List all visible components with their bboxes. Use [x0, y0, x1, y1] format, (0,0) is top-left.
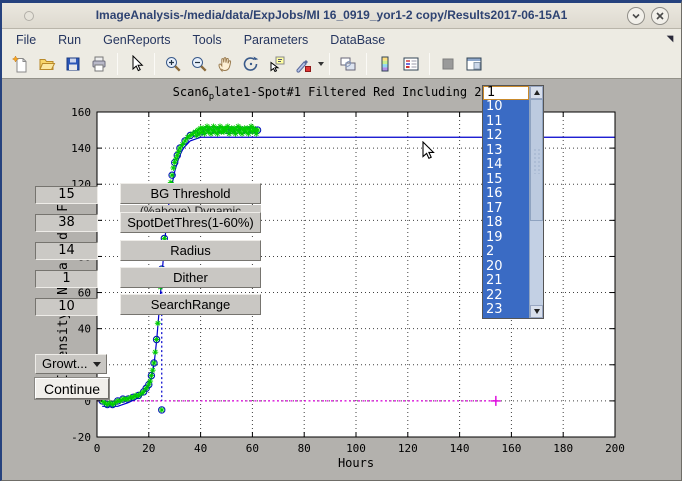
svg-text:120: 120: [398, 442, 418, 455]
spot-list-item[interactable]: 13: [483, 144, 529, 159]
growth-dropdown[interactable]: Growt...: [35, 354, 107, 374]
toolbar-separator: [117, 53, 118, 75]
spot-list-item[interactable]: 21: [483, 274, 529, 289]
svg-text:20: 20: [142, 442, 155, 455]
scroll-up-icon[interactable]: [530, 86, 543, 99]
search-range-button[interactable]: SearchRange: [120, 294, 261, 315]
spot-list-scrollbar[interactable]: [529, 86, 543, 318]
scroll-down-icon[interactable]: [530, 305, 543, 318]
svg-text:160: 160: [501, 442, 521, 455]
svg-text:160: 160: [71, 106, 91, 119]
spot-list-item[interactable]: 23: [483, 303, 529, 318]
spot-list-editor[interactable]: 1: [483, 86, 529, 100]
menu-database[interactable]: DataBase: [319, 31, 396, 49]
close-icon: [654, 10, 666, 22]
select-arrow-icon[interactable]: [124, 52, 148, 76]
svg-text:180: 180: [553, 442, 573, 455]
rotate-3d-icon[interactable]: [239, 52, 263, 76]
spot-list-item[interactable]: 2: [483, 245, 529, 260]
toolbar-separator: [329, 53, 330, 75]
spot-det-thres-field[interactable]: 38: [35, 214, 98, 232]
menubar: File Run GenReports Tools Parameters Dat…: [2, 29, 681, 50]
spot-list-item[interactable]: 15: [483, 173, 529, 188]
chevron-down-icon: [630, 10, 642, 22]
zoom-out-icon[interactable]: [187, 52, 211, 76]
spot-list-items: 10111213141516171819220212223: [483, 100, 529, 318]
spot-list-item[interactable]: 22: [483, 289, 529, 304]
scrollbar-thumb[interactable]: [530, 99, 543, 221]
chevron-down-icon: [93, 362, 101, 367]
spot-list-item[interactable]: 11: [483, 115, 529, 130]
radius-button[interactable]: Radius: [120, 240, 261, 261]
figure-area: 020406080100120140160180200-200204060801…: [2, 79, 681, 480]
bg-threshold-button[interactable]: BG Threshold: [120, 183, 261, 204]
toolbar-separator: [366, 53, 367, 75]
x-axis-label: Hours: [97, 456, 615, 470]
hide-plot-tools-icon[interactable]: [436, 52, 460, 76]
svg-text:140: 140: [450, 442, 470, 455]
brush-dropdown-caret[interactable]: [318, 62, 324, 66]
window-menu-icon[interactable]: [24, 11, 34, 21]
menu-genreports[interactable]: GenReports: [92, 31, 181, 49]
figure-toolbar: [2, 50, 681, 79]
search-range-field[interactable]: 10: [35, 298, 98, 316]
zoom-in-icon[interactable]: [161, 52, 185, 76]
svg-text:-20: -20: [71, 431, 91, 444]
svg-text:40: 40: [194, 442, 207, 455]
bg-threshold-field[interactable]: 15: [35, 186, 98, 204]
spot-list-item[interactable]: 18: [483, 216, 529, 231]
pan-hand-icon[interactable]: [213, 52, 237, 76]
restore-button[interactable]: [627, 7, 645, 25]
bg-threshold-sublabel: (%above) Dynamic: [120, 205, 261, 212]
growth-dropdown-label: Growt...: [42, 355, 88, 373]
menu-parameters[interactable]: Parameters: [233, 31, 320, 49]
dock-figure-icon[interactable]: [462, 52, 486, 76]
spot-list-item[interactable]: 19: [483, 231, 529, 246]
open-file-icon[interactable]: [35, 52, 59, 76]
titlebar[interactable]: ImageAnalysis-/media/data/ExpJobs/MI 16_…: [2, 3, 681, 29]
svg-text:0: 0: [94, 442, 101, 455]
save-icon[interactable]: [61, 52, 85, 76]
plot-canvas[interactable]: 020406080100120140160180200-200204060801…: [2, 79, 681, 480]
menu-run[interactable]: Run: [47, 31, 92, 49]
toolbar-separator: [429, 53, 430, 75]
spot-list-item[interactable]: 12: [483, 129, 529, 144]
radius-field[interactable]: 14: [35, 242, 98, 260]
spot-det-thres-button[interactable]: SpotDetThres(1-60%): [120, 212, 261, 233]
continue-button[interactable]: Continue: [35, 378, 109, 399]
menu-overflow-icon[interactable]: [665, 34, 675, 44]
app-window: ImageAnalysis-/media/data/ExpJobs/MI 16_…: [0, 0, 682, 481]
spot-list: 1 10111213141516171819220212223: [482, 85, 544, 319]
brush-data-icon[interactable]: [291, 52, 315, 76]
svg-text:60: 60: [246, 442, 259, 455]
menu-tools[interactable]: Tools: [182, 31, 233, 49]
close-button[interactable]: [651, 7, 669, 25]
spot-list-item[interactable]: 20: [483, 260, 529, 275]
dither-field[interactable]: 1: [35, 270, 98, 288]
print-icon[interactable]: [87, 52, 111, 76]
dither-button[interactable]: Dither: [120, 267, 261, 288]
svg-text:100: 100: [346, 442, 366, 455]
spot-list-item[interactable]: 14: [483, 158, 529, 173]
svg-text:200: 200: [605, 442, 625, 455]
window-title: ImageAnalysis-/media/data/ExpJobs/MI 16_…: [62, 8, 601, 22]
new-file-icon[interactable]: [9, 52, 33, 76]
spot-list-item[interactable]: 17: [483, 202, 529, 217]
spot-list-item[interactable]: 10: [483, 100, 529, 115]
data-cursor-icon[interactable]: [265, 52, 289, 76]
svg-text:80: 80: [298, 442, 311, 455]
insert-legend-icon[interactable]: [399, 52, 423, 76]
insert-colorbar-icon[interactable]: [373, 52, 397, 76]
toolbar-separator: [154, 53, 155, 75]
spot-list-item[interactable]: 16: [483, 187, 529, 202]
svg-text:40: 40: [78, 323, 91, 336]
mouse-cursor: [422, 141, 436, 161]
svg-text:140: 140: [71, 142, 91, 155]
menu-file[interactable]: File: [5, 31, 47, 49]
link-plot-icon[interactable]: [336, 52, 360, 76]
